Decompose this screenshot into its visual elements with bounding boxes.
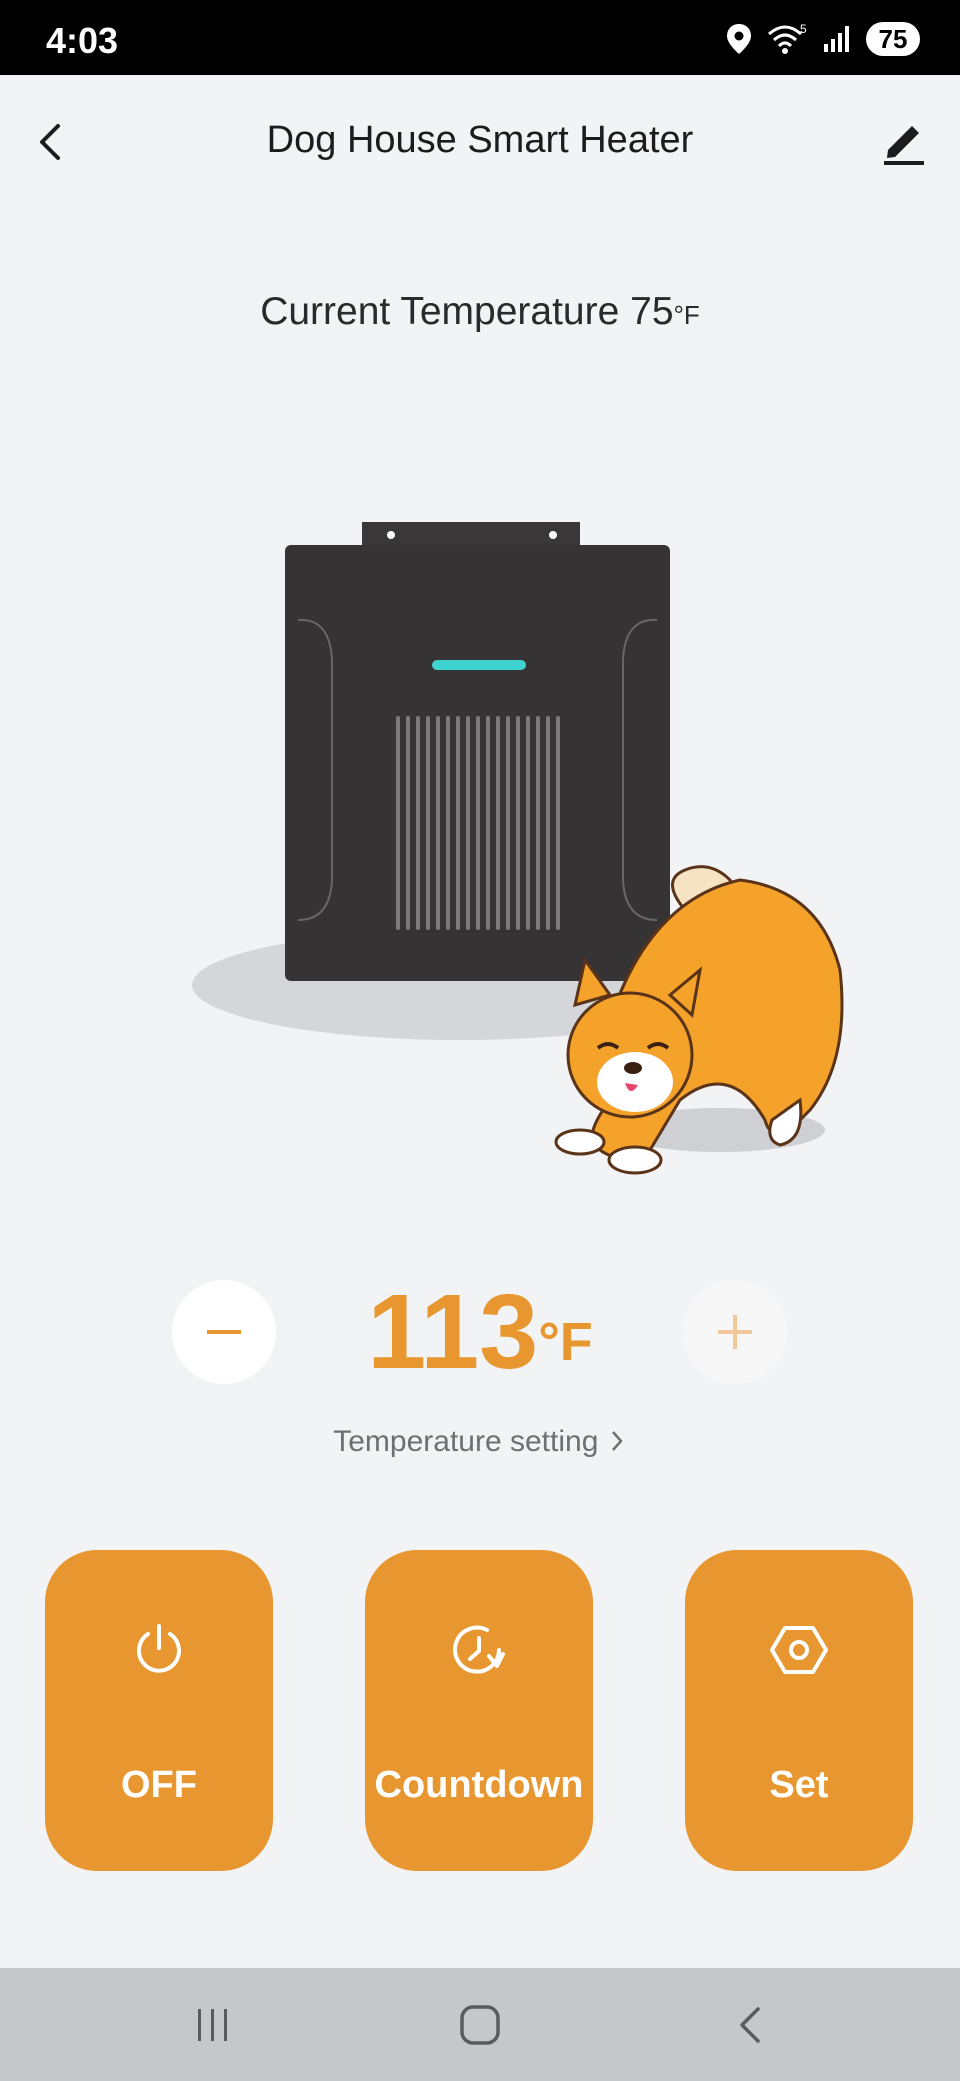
status-time: 4:03	[46, 20, 119, 61]
temperature-setting-label: Temperature setting	[333, 1425, 599, 1458]
countdown-label: Countdown	[374, 1764, 584, 1806]
current-temperature-unit: °F	[673, 300, 700, 330]
signal-icon	[824, 26, 849, 52]
heater-indicator	[432, 660, 526, 670]
set-button[interactable]: Set	[685, 1550, 913, 1871]
pencil-icon	[884, 126, 924, 165]
current-temperature-label: Current Temperature 75	[260, 290, 674, 333]
target-temperature-control: 113°F	[0, 1273, 960, 1391]
recent-apps-button[interactable]	[183, 1998, 243, 2052]
home-button[interactable]	[450, 1998, 510, 2052]
system-navigation-bar	[0, 1968, 960, 2081]
system-back-button[interactable]	[720, 1998, 780, 2052]
hexagon-settings-icon	[770, 1626, 828, 1674]
page-title: Dog House Smart Heater	[266, 119, 694, 161]
wifi-icon: 5	[768, 23, 807, 54]
power-icon	[137, 1624, 181, 1673]
battery-level: 75	[878, 23, 908, 54]
target-temperature-unit: °F	[538, 1312, 593, 1372]
location-icon	[727, 24, 751, 54]
power-off-label: OFF	[121, 1764, 197, 1806]
current-temperature: Current Temperature 75°F	[0, 290, 960, 334]
status-icons: 5 75	[726, 22, 920, 56]
status-bar: 4:03 5 75	[0, 0, 960, 75]
power-off-button[interactable]: OFF	[45, 1550, 273, 1871]
plus-icon	[718, 1315, 752, 1349]
set-label: Set	[769, 1764, 829, 1806]
increase-temperature-button[interactable]	[683, 1280, 787, 1384]
timer-icon	[453, 1625, 505, 1674]
back-arrow-icon	[740, 2007, 760, 2043]
app-header: Dog House Smart Heater	[0, 75, 960, 210]
chevron-right-icon	[611, 1431, 623, 1451]
recent-apps-icon	[198, 2009, 227, 2041]
target-temperature: 113°F	[0, 1272, 960, 1393]
target-temperature-value: 113	[367, 1273, 539, 1391]
countdown-button[interactable]: Countdown	[365, 1550, 593, 1871]
wifi-band-label: 5	[800, 23, 807, 36]
temperature-setting-link[interactable]: Temperature setting	[0, 1425, 960, 1459]
heater-illustration	[192, 522, 844, 1175]
home-icon	[460, 2005, 500, 2045]
edit-button[interactable]	[876, 112, 932, 168]
battery-icon: 75	[866, 22, 920, 56]
